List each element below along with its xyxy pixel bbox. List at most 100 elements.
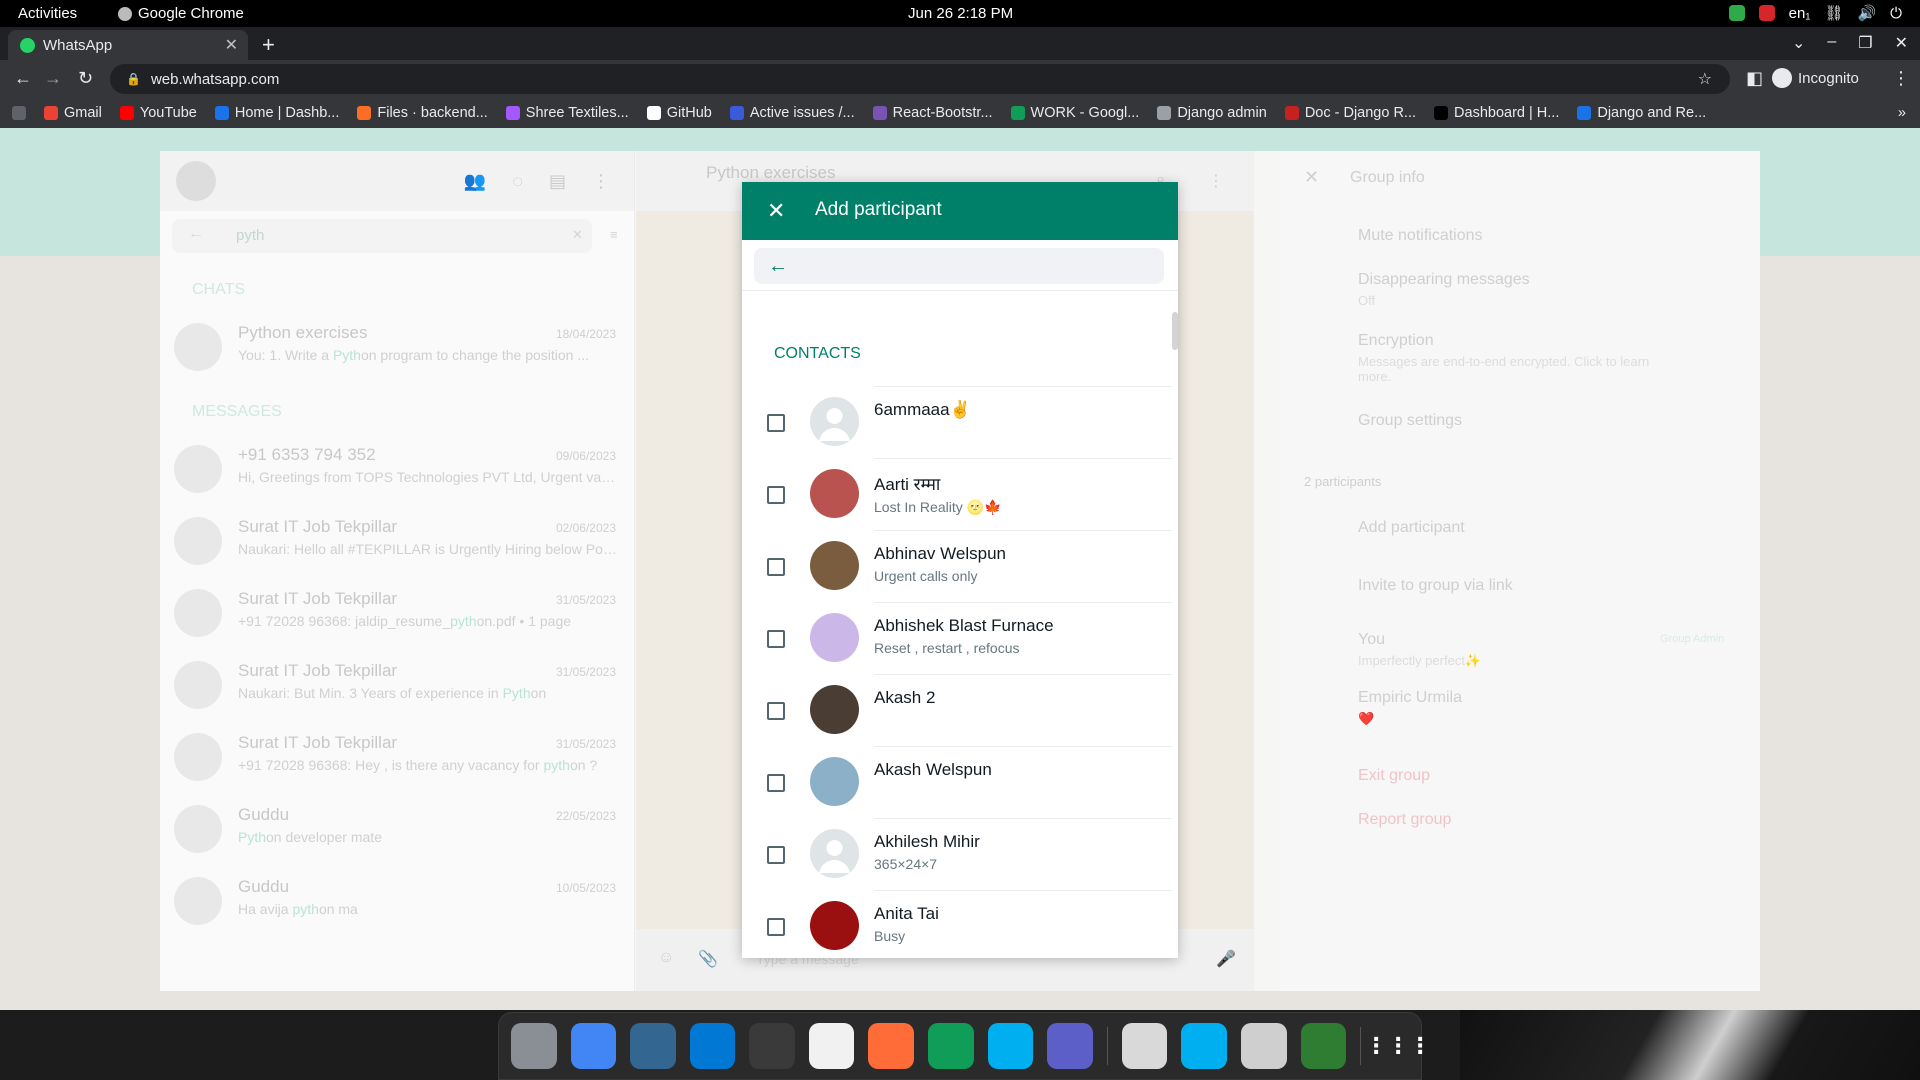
chat-search-input[interactable]: pyth [172, 219, 592, 253]
shield-icon[interactable] [1728, 5, 1745, 21]
new-tab-button[interactable]: + [262, 32, 275, 58]
new-chat-icon[interactable]: ▤ [549, 171, 566, 192]
teams-icon[interactable] [1047, 1023, 1093, 1069]
contact-checkbox[interactable] [767, 918, 785, 936]
chat-list-item[interactable]: Surat IT Job Tekpillar 02/06/2023 Naukari:… [160, 505, 634, 577]
volume-icon[interactable]: 🔊 [1857, 4, 1876, 22]
bookmark-item[interactable]: Django admin [1157, 105, 1267, 121]
group-settings-row[interactable]: Group settings [1280, 384, 1760, 430]
chat-list-item[interactable]: Guddu 10/05/2023 Ha avija python ma [160, 865, 634, 937]
chat-list-item[interactable]: Surat IT Job Tekpillar 31/05/2023 +91 7202… [160, 721, 634, 793]
filter-icon[interactable]: ≡ [610, 227, 618, 242]
screenshot-icon[interactable] [1121, 1023, 1168, 1069]
postman-icon[interactable] [868, 1023, 915, 1069]
exit-group-row[interactable]: Exit group [1280, 727, 1760, 785]
close-window-icon[interactable]: ✕ [1895, 33, 1908, 53]
back-icon[interactable]: ← [14, 68, 32, 89]
close-tab-icon[interactable]: ✕ [225, 35, 238, 55]
chrome-menu-icon[interactable]: ⋮ [1892, 68, 1910, 89]
add-participant-row[interactable]: Add participant [1280, 489, 1760, 537]
contact-row[interactable]: Aarti रम्मा Lost In Reality 🌝🍁 [742, 458, 1172, 530]
invite-link-row[interactable]: Invite to group via link [1280, 537, 1760, 595]
disappearing-row[interactable]: Disappearing messages Off [1280, 245, 1760, 308]
clear-search-icon[interactable]: ✕ [572, 227, 583, 243]
search-back-icon[interactable]: ← [188, 225, 204, 243]
contact-checkbox[interactable] [767, 702, 785, 720]
bookmark-item[interactable]: WORK - Googl... [1010, 105, 1139, 121]
bookmark-item[interactable]: Django and Re... [1577, 105, 1706, 121]
close-dialog-icon[interactable]: ✕ [767, 198, 785, 224]
reload-icon[interactable]: ↻ [78, 68, 93, 89]
chat-list-item[interactable]: Surat IT Job Tekpillar 31/05/2023 +91 7202… [160, 577, 634, 649]
bookmark-star-icon[interactable]: ☆ [1698, 69, 1712, 89]
side-panel-icon[interactable]: ◧ [1746, 68, 1763, 89]
bookmark-item[interactable]: GitHub [646, 105, 712, 121]
profile-avatar[interactable] [176, 161, 216, 201]
bookmark-item[interactable]: Shree Textiles... [505, 105, 629, 121]
forward-icon[interactable]: → [44, 68, 62, 89]
participant-you[interactable]: You Imperfectly perfect✨ Group Admin [1280, 595, 1760, 669]
address-bar[interactable]: 🔒 web.whatsapp.com ☆ [110, 64, 1730, 94]
bookmark-item[interactable]: React-Bootstr... [872, 105, 993, 121]
document-icon[interactable] [1240, 1023, 1287, 1069]
clock[interactable]: Jun 26 2:18 PM [908, 5, 1013, 22]
bookmark-item[interactable]: Gmail [44, 105, 102, 121]
contact-checkbox[interactable] [767, 630, 785, 648]
skype-icon[interactable] [987, 1023, 1034, 1069]
tab-whatsapp[interactable]: WhatsApp ✕ [8, 30, 248, 60]
bookmark-item[interactable]: Home | Dashb... [214, 105, 339, 121]
lock-icon[interactable]: 🔒 [126, 72, 141, 86]
system-tray[interactable]: en₁ ⛓ 🔊 ⏻ [1728, 4, 1902, 22]
contact-row[interactable]: Abhishek Blast Furnace Reset , restart , … [742, 602, 1172, 674]
attach-icon[interactable]: 📎 [698, 949, 718, 969]
close-group-info-icon[interactable]: ✕ [1304, 167, 1319, 188]
bookmark-item[interactable] [12, 106, 26, 120]
mute-notifications-row[interactable]: Mute notifications [1280, 211, 1760, 245]
mic-icon[interactable]: 🎤 [1216, 949, 1236, 969]
bookmark-item[interactable]: YouTube [119, 105, 197, 121]
vscode-icon[interactable] [689, 1023, 736, 1069]
contact-row[interactable]: Abhinav Welspun Urgent calls only [742, 530, 1172, 602]
language-indicator[interactable]: en₁ [1789, 5, 1811, 22]
contact-row[interactable]: Anita Tai Busy [742, 890, 1172, 958]
conversation-menu-icon[interactable]: ⋮ [1208, 171, 1224, 191]
skype2-icon[interactable] [1181, 1023, 1227, 1069]
report-group-row[interactable]: Report group [1280, 785, 1760, 829]
tab-search-icon[interactable]: ⌄ [1792, 33, 1805, 53]
contact-checkbox[interactable] [767, 774, 785, 792]
minimize-icon[interactable]: – [1827, 33, 1836, 53]
contact-checkbox[interactable] [767, 414, 785, 432]
activities-button[interactable]: Activities [18, 5, 77, 22]
bookmark-item[interactable]: Files · backend... [357, 105, 488, 121]
contact-row[interactable]: 6ammaaa✌️ [742, 386, 1172, 458]
maximize-icon[interactable]: ❐ [1858, 33, 1872, 53]
search-back-icon[interactable]: ← [768, 255, 788, 278]
contact-checkbox[interactable] [767, 558, 785, 576]
chat-list-item[interactable]: +91 6353 794 352 09/06/2023 Hi, Greetings … [160, 433, 634, 505]
postgres-icon[interactable] [630, 1023, 676, 1069]
status-icon[interactable]: ◌ [512, 171, 523, 192]
recycle-icon[interactable] [1300, 1023, 1347, 1069]
bookmarks-overflow-icon[interactable]: » [1898, 105, 1906, 121]
app-grid-icon[interactable]: ⋮⋮⋮ [1365, 1023, 1431, 1069]
participant-member[interactable]: Empiric Urmila ❤️ [1280, 669, 1760, 727]
scrollbar-thumb[interactable] [1172, 312, 1178, 350]
power-icon[interactable]: ⏻ [1890, 5, 1902, 22]
active-app-menu[interactable]: Google Chrome [118, 5, 244, 22]
contact-checkbox[interactable] [767, 486, 785, 504]
anydesk-icon[interactable] [1758, 5, 1775, 21]
conversation-title[interactable]: Python exercises [706, 163, 835, 183]
emoji-icon[interactable]: ☺ [658, 949, 674, 967]
contact-checkbox[interactable] [767, 846, 785, 864]
encryption-row[interactable]: Encryption Messages are end-to-end encry… [1280, 308, 1760, 384]
files-icon[interactable] [511, 1023, 557, 1069]
chat-list-item[interactable]: Surat IT Job Tekpillar 31/05/2023 Naukari:… [160, 649, 634, 721]
contact-search-input[interactable] [818, 254, 1148, 278]
bookmark-item[interactable]: Doc - Django R... [1284, 105, 1416, 121]
chat-list-item[interactable]: Guddu 22/05/2023 Python developer mate [160, 793, 634, 865]
incognito-badge[interactable]: Incognito [1772, 68, 1859, 88]
text-editor-icon[interactable] [808, 1023, 855, 1069]
contact-row[interactable]: Akash Welspun [742, 746, 1172, 818]
communities-icon[interactable]: 👥 [464, 171, 486, 192]
terminal-icon[interactable] [749, 1023, 795, 1069]
